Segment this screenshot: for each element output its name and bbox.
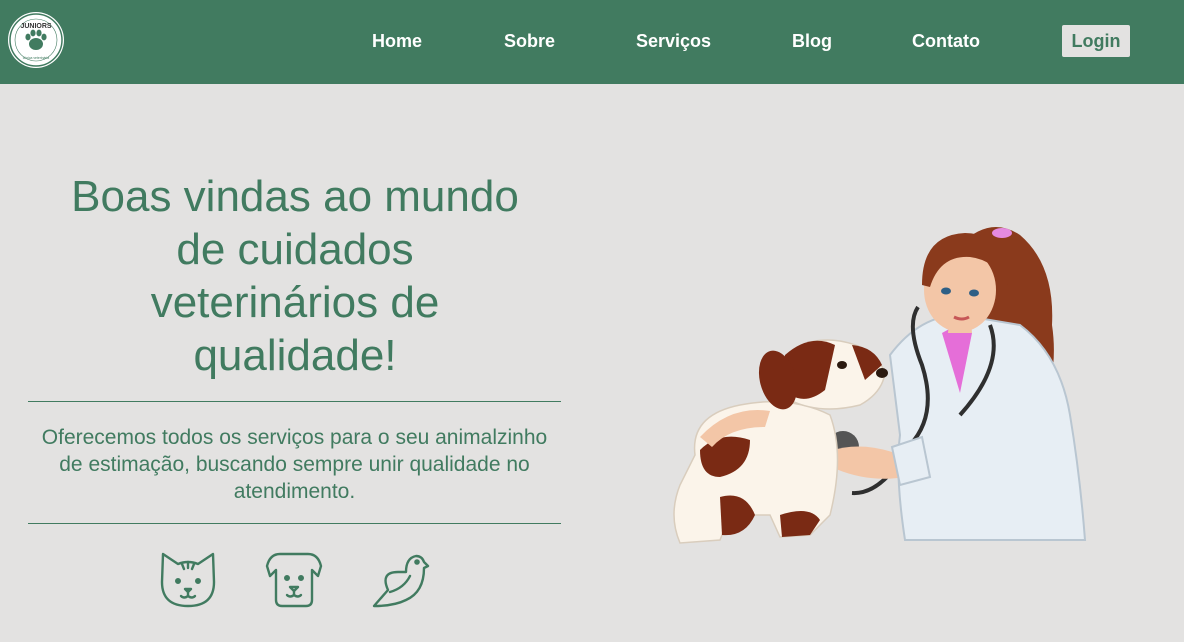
logo-subtext: clínica veterinária <box>23 56 49 60</box>
hero-title: Boas vindas ao mundo de cuidados veterin… <box>71 172 519 380</box>
vet-with-dog-illustration <box>660 215 1100 555</box>
dog-icon <box>264 548 324 610</box>
login-button[interactable]: Login <box>1062 25 1130 57</box>
hero-divider-bottom <box>28 523 561 524</box>
hero-divider-top <box>28 401 561 402</box>
nav-blog[interactable]: Blog <box>792 30 832 52</box>
bird-icon <box>370 548 430 610</box>
logo-text: JUNIORS <box>20 23 51 30</box>
hero-description: Oferecemos todos os serviços para o seu … <box>41 426 548 503</box>
clinic-logo[interactable]: JUNIORS clínica veterinária <box>8 12 64 68</box>
nav-contato[interactable]: Contato <box>912 30 980 52</box>
nav-servicos[interactable]: Serviços <box>636 30 711 52</box>
cat-icon <box>158 548 218 610</box>
nav-sobre[interactable]: Sobre <box>504 30 555 52</box>
top-navbar: JUNIORS clínica veterinária Home Sobre S… <box>0 0 1184 84</box>
nav-home[interactable]: Home <box>372 30 422 52</box>
